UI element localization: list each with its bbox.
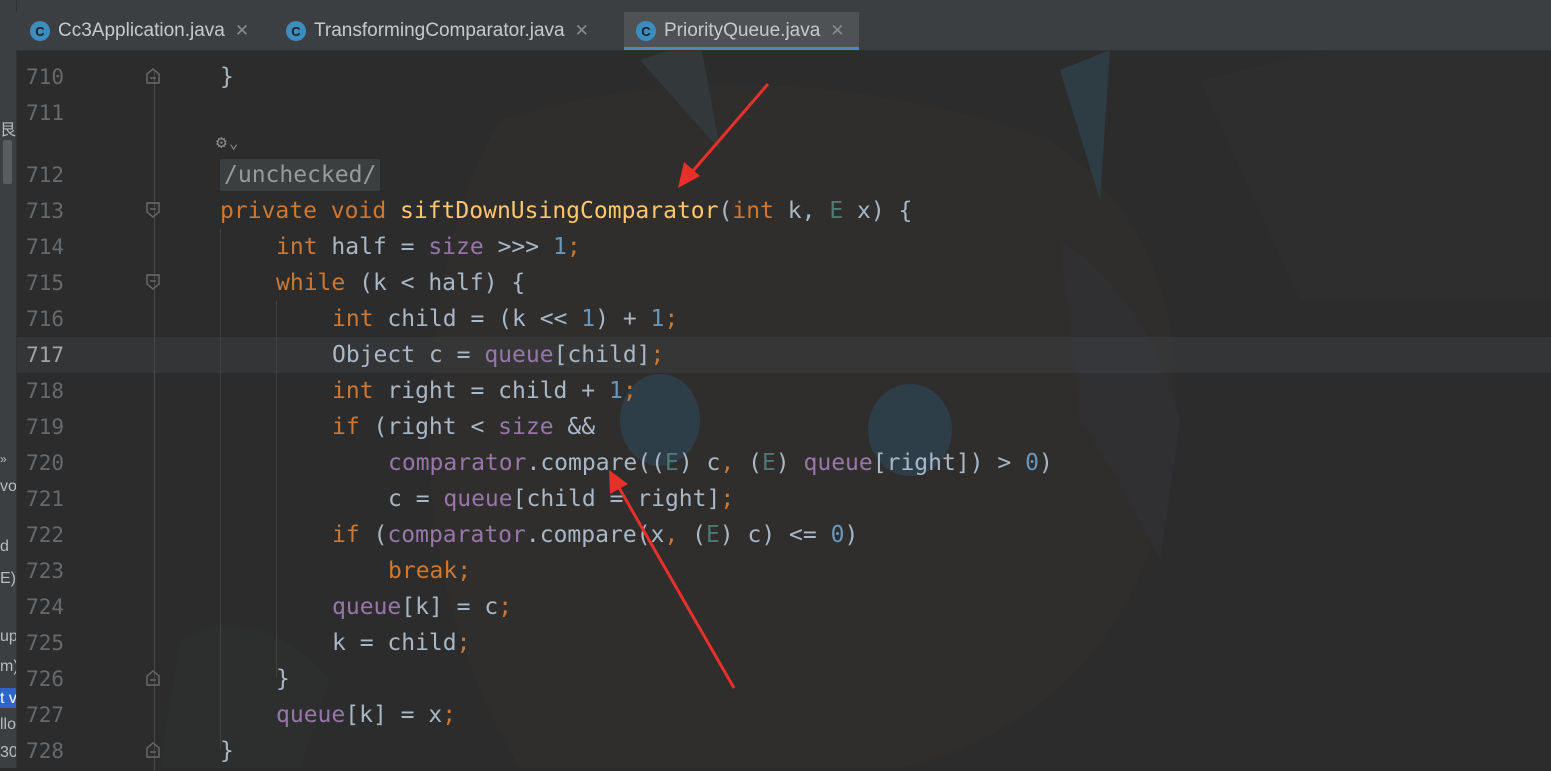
fold-start-icon[interactable] <box>146 274 160 290</box>
code-editor[interactable]: 710 } 711 ⚙ ⌄ 712 /unchecked/ 713 privat… <box>16 51 1551 771</box>
code-line: 715 while (k < half) { <box>16 265 1551 301</box>
tab-label: Cc3Application.java <box>58 20 225 41</box>
inlay-hint[interactable]: ⚙ ⌄ <box>216 129 238 155</box>
code-text: k = child; <box>332 630 471 656</box>
code-line: 716 int child = (k << 1) + 1; <box>16 301 1551 337</box>
panel-text-fragment: 30 <box>0 744 16 761</box>
java-class-icon: C <box>286 21 306 41</box>
code-line: 728 } <box>16 733 1551 769</box>
panel-text-fragment: E): <box>0 570 16 587</box>
line-number: 726 <box>26 667 64 691</box>
code-text: } <box>276 666 290 692</box>
code-line: 723 break; <box>16 553 1551 589</box>
line-number: 721 <box>26 487 64 511</box>
code-text: while (k < half) { <box>276 270 526 296</box>
panel-text-fragment: vo <box>0 478 16 495</box>
code-line: 722 if (comparator.compare(x, (E) c) <= … <box>16 517 1551 553</box>
code-text: int half = size >>> 1; <box>276 234 581 260</box>
line-number: 727 <box>26 703 64 727</box>
line-number: 718 <box>26 379 64 403</box>
line-number: 713 <box>26 199 64 223</box>
code-text: queue[k] = c; <box>332 594 513 620</box>
tab-label: PriorityQueue.java <box>664 20 821 41</box>
code-text: break; <box>388 558 472 584</box>
fold-end-icon[interactable] <box>146 742 160 758</box>
code-line: 727 queue[k] = x; <box>16 697 1551 733</box>
close-icon[interactable]: ✕ <box>830 21 844 41</box>
code-text: comparator.compare((E) c, (E) queue[righ… <box>388 450 1053 476</box>
line-number: 724 <box>26 595 64 619</box>
code-line: 719 if (right < size && <box>16 409 1551 445</box>
settings-hint-icon[interactable]: ⚙ <box>216 132 227 153</box>
line-number: 728 <box>26 739 64 763</box>
panel-text-fragment: m) <box>0 658 16 675</box>
chevron-down-icon[interactable]: ⌄ <box>229 133 239 152</box>
line-number: 716 <box>26 307 64 331</box>
code-line: 713 private void siftDownUsingComparator… <box>16 193 1551 229</box>
code-line: 725 k = child; <box>16 625 1551 661</box>
line-number: 712 <box>26 163 64 187</box>
left-panel-edge: 艮 » vo d E): upe m) t v llo 30 <box>0 0 17 768</box>
code-text: Object c = queue[child]; <box>332 342 665 368</box>
close-icon[interactable]: ✕ <box>575 21 589 41</box>
line-number: 720 <box>26 451 64 475</box>
fold-end-icon[interactable] <box>146 670 160 686</box>
fold-start-icon[interactable] <box>146 202 160 218</box>
code-text: if (right < size && <box>332 414 596 440</box>
code-text: c = queue[child = right]; <box>388 486 735 512</box>
editor-tab-bar: C Cc3Application.java ✕ C TransformingCo… <box>16 12 1551 51</box>
method-signature: private void siftDownUsingComparator(int… <box>220 198 913 224</box>
fold-end-icon[interactable] <box>146 68 160 84</box>
line-number: 710 <box>26 65 64 89</box>
code-line-current: 717 Object c = queue[child]; <box>16 337 1551 373</box>
line-number: 725 <box>26 631 64 655</box>
tab-priorityqueue[interactable]: C PriorityQueue.java ✕ <box>624 12 859 50</box>
annotation-unchecked[interactable]: /unchecked/ <box>220 159 381 191</box>
java-class-icon: C <box>30 21 50 41</box>
line-number: 711 <box>26 101 64 125</box>
tab-cc3application[interactable]: C Cc3Application.java ✕ <box>18 12 263 50</box>
line-number: 714 <box>26 235 64 259</box>
code-line: 714 int half = size >>> 1; <box>16 229 1551 265</box>
code-text: } <box>220 738 234 764</box>
line-number: 723 <box>26 559 64 583</box>
panel-text-fragment: » <box>0 452 7 466</box>
line-number: 722 <box>26 523 64 547</box>
tab-transformingcomparator[interactable]: C TransformingComparator.java ✕ <box>274 12 603 50</box>
code-line: 721 c = queue[child = right]; <box>16 481 1551 517</box>
code-text: if (comparator.compare(x, (E) c) <= 0) <box>332 522 859 548</box>
code-line: 710 } <box>16 59 1551 95</box>
title-strip <box>16 0 1551 12</box>
panel-text-fragment: 艮 <box>0 122 16 139</box>
code-text: } <box>220 64 234 90</box>
panel-text-fragment: t v <box>0 690 16 707</box>
code-text: int right = child + 1; <box>332 378 637 404</box>
line-number: 717 <box>26 343 64 367</box>
close-icon[interactable]: ✕ <box>235 21 249 41</box>
code-text: queue[k] = x; <box>276 702 457 728</box>
code-text: int child = (k << 1) + 1; <box>332 306 679 332</box>
code-line: 726 } <box>16 661 1551 697</box>
tab-label: TransformingComparator.java <box>314 20 565 41</box>
panel-text-fragment: d <box>0 538 9 555</box>
code-line: 720 comparator.compare((E) c, (E) queue[… <box>16 445 1551 481</box>
code-line: 724 queue[k] = c; <box>16 589 1551 625</box>
panel-text-fragment: upe <box>0 628 16 645</box>
code-line: 711 <box>16 95 1551 131</box>
java-class-icon: C <box>636 21 656 41</box>
line-number: 715 <box>26 271 64 295</box>
code-line: 718 int right = child + 1; <box>16 373 1551 409</box>
line-number: 719 <box>26 415 64 439</box>
panel-scroll-thumb[interactable] <box>3 140 12 184</box>
panel-text-fragment: llo <box>0 716 16 733</box>
